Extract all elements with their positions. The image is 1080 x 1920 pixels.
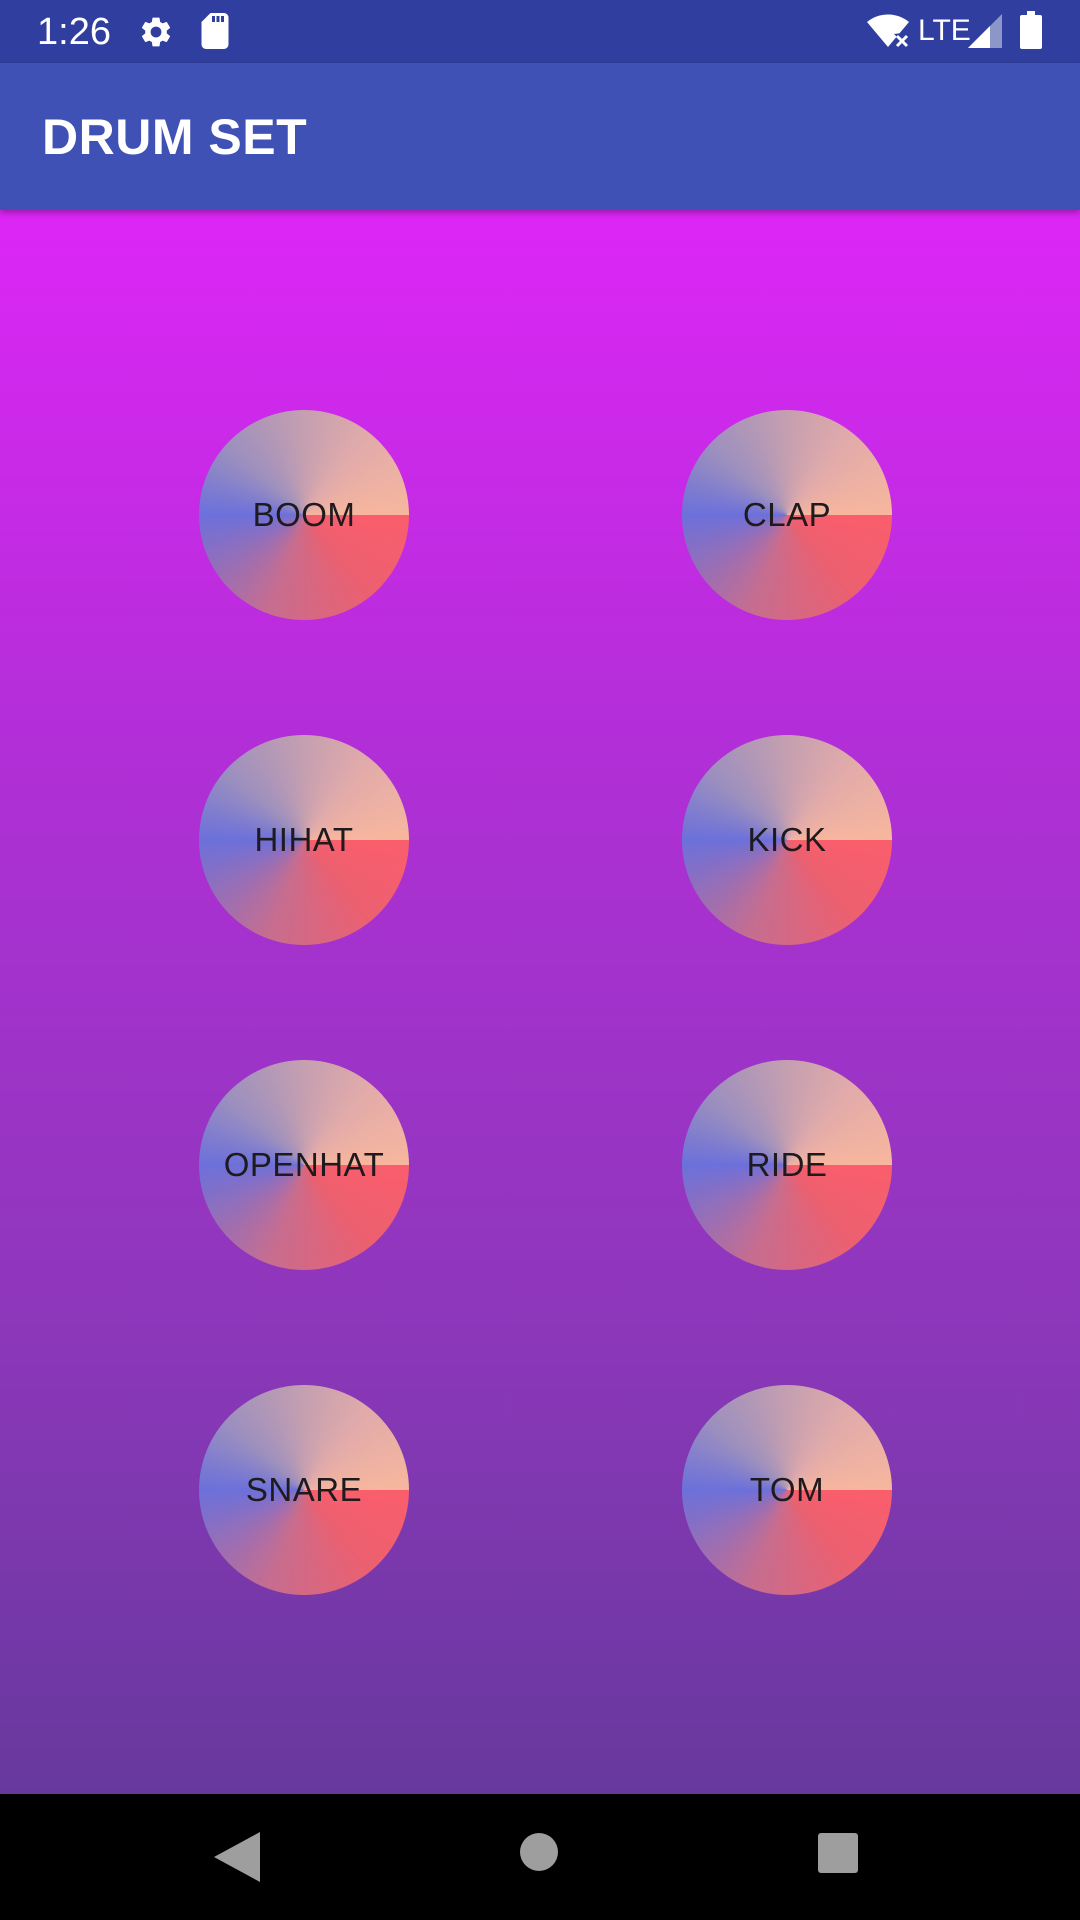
- drum-pad-label: BOOM: [252, 496, 356, 533]
- wifi-icon: [867, 14, 910, 48]
- navigation-bar: [0, 1794, 1080, 1920]
- drum-pad-label: KICK: [747, 821, 827, 858]
- drum-pad-tom[interactable]: TOM: [682, 1385, 892, 1595]
- network-type-label: LTE: [918, 14, 971, 47]
- recents-icon[interactable]: [817, 1832, 859, 1874]
- drum-pad-snare[interactable]: SNARE: [199, 1385, 409, 1595]
- drum-pad-label: SNARE: [245, 1471, 363, 1508]
- home-icon[interactable]: [519, 1832, 559, 1872]
- drum-pad-hihat[interactable]: HIHAT: [199, 735, 409, 945]
- app-bar: DRUM SET: [0, 63, 1080, 210]
- sd-card-icon: [201, 13, 229, 49]
- signal-icon: [968, 14, 1002, 48]
- drum-pad-label: HIHAT: [254, 821, 354, 858]
- drum-pad-openhat[interactable]: OPENHAT: [199, 1060, 409, 1270]
- drum-pad-label: TOM: [749, 1471, 825, 1508]
- app-title: DRUM SET: [42, 109, 308, 165]
- drum-pad-kick[interactable]: KICK: [682, 735, 892, 945]
- drum-pad-label: CLAP: [742, 496, 832, 533]
- drum-pad-ride[interactable]: RIDE: [682, 1060, 892, 1270]
- drum-pad-label: RIDE: [746, 1146, 828, 1183]
- status-bar: 1:26 LTE: [0, 0, 1080, 63]
- gear-icon: [141, 17, 171, 47]
- battery-icon: [1020, 11, 1042, 49]
- drum-pad-grid: BOOM CLAP HIHAT KICK OPENHAT RIDE SNARE …: [0, 210, 1080, 1794]
- drum-pad-boom[interactable]: BOOM: [199, 410, 409, 620]
- back-icon[interactable]: [214, 1832, 260, 1882]
- status-time: 1:26: [37, 11, 111, 53]
- screen: 1:26 LTE DRUM SET BOOM CLAP HIHAT KICK O…: [0, 0, 1080, 1920]
- drum-pad-label: OPENHAT: [223, 1146, 385, 1183]
- drum-pad-clap[interactable]: CLAP: [682, 410, 892, 620]
